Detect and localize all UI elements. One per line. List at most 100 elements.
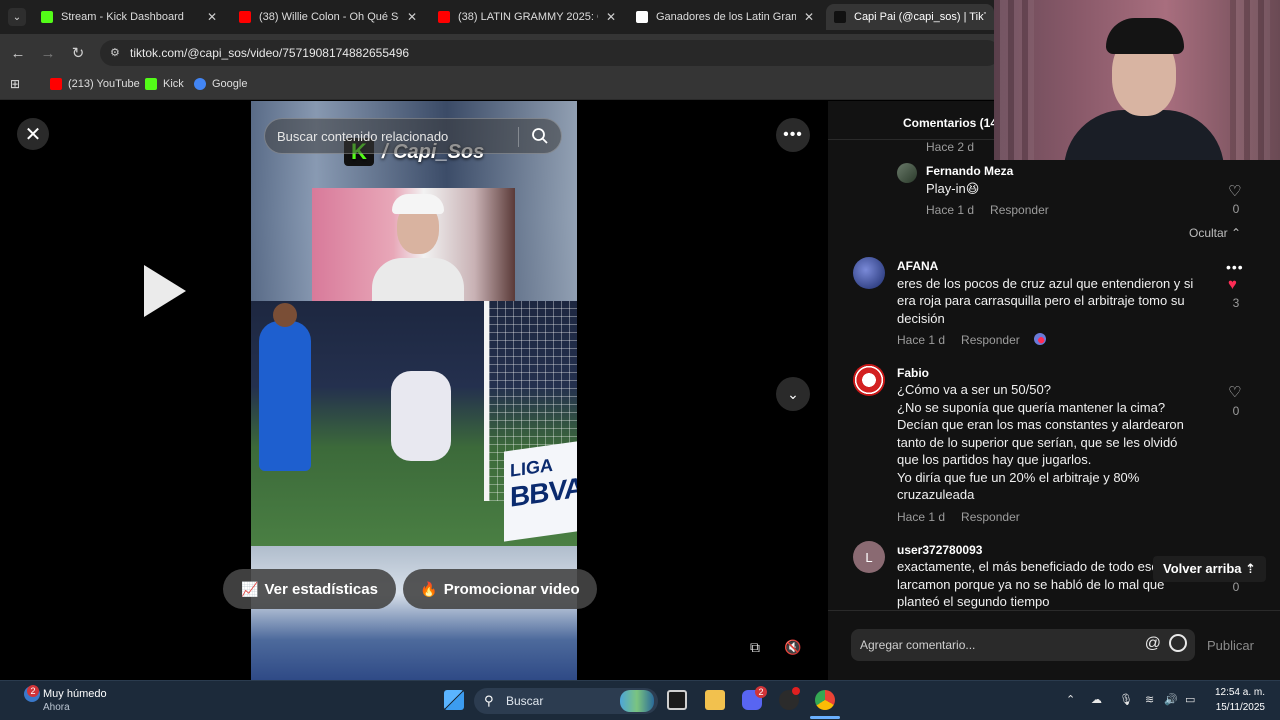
microphone-icon[interactable]: 🎙 (1119, 693, 1133, 706)
webcam-overlay (994, 0, 1280, 160)
mute-icon[interactable]: 🔇 (779, 633, 807, 661)
related-search-input[interactable]: Buscar contenido relacionado (264, 118, 562, 154)
tab-comments[interactable]: Comentarios (14 (903, 116, 997, 130)
more-dots-icon: ••• (783, 126, 803, 143)
comment-text-line: tanto de lo superior que serían, que se … (897, 435, 1178, 450)
comment-text-line: decisión (897, 311, 945, 326)
comment-input[interactable]: Agregar comentario... @ (851, 629, 1195, 661)
hide-replies-button[interactable]: Ocultar ⌃ (1189, 226, 1241, 240)
bookmark-youtube[interactable]: (213) YouTube (50, 78, 140, 90)
search-highlight-image (620, 690, 654, 712)
tab-title: Capi Pai (@capi_sos) | TikTok (854, 11, 986, 23)
task-view-icon[interactable] (667, 690, 687, 710)
tab-search-button[interactable]: ⌄ (8, 8, 26, 26)
chevron-up-icon[interactable]: ⌃ (1066, 693, 1075, 706)
avatar[interactable] (897, 163, 917, 183)
forward-arrow-icon[interactable]: → (38, 43, 58, 63)
heart-filled-icon[interactable]: ♥ (1228, 276, 1237, 293)
youtube-icon (50, 78, 62, 90)
taskbar-time[interactable]: 12:54 a. m. (1213, 687, 1265, 698)
chrome-icon[interactable] (815, 690, 835, 710)
bookmark-kick[interactable]: Kick (145, 78, 184, 90)
avatar[interactable] (853, 364, 885, 396)
windows-start-icon[interactable] (444, 690, 464, 710)
comment-author[interactable]: user372780093 (897, 543, 982, 557)
picture-in-picture-icon[interactable]: ⧉ (741, 633, 769, 661)
view-stats-button[interactable]: 📈 Ver estadísticas (223, 569, 396, 609)
tab-kick-dashboard[interactable]: Stream - Kick Dashboard ✕ (33, 4, 225, 30)
tab-ganadores-latin-grammy[interactable]: Ganadores de los Latin Grammy ✕ (628, 4, 822, 30)
tab-close-icon[interactable]: ✕ (207, 10, 217, 24)
apps-grid-icon[interactable]: ⊞ (10, 77, 20, 91)
file-explorer-icon[interactable] (705, 690, 725, 710)
comment-more-icon[interactable]: ••• (1226, 259, 1244, 275)
back-arrow-icon[interactable]: ← (8, 43, 28, 63)
bookmark-label: (213) YouTube (68, 78, 140, 90)
comment-text-line: larcamon porque ya no se habló de lo mal… (897, 577, 1165, 592)
tab-close-icon[interactable]: ✕ (407, 10, 417, 24)
site-settings-icon[interactable]: ⚙ (110, 46, 120, 59)
like-count: 0 (1232, 580, 1240, 594)
comment-time: Hace 1 d (897, 510, 946, 524)
back-to-top-button[interactable]: Volver arriba ⇡ (1153, 556, 1267, 582)
video-blurred-background (251, 546, 577, 680)
reply-button[interactable]: Responder (961, 333, 1020, 347)
like-count: 0 (1232, 404, 1240, 418)
mention-icon[interactable]: @ (1145, 635, 1161, 653)
comment-meta: Hace 1 d Responder (897, 510, 1020, 524)
address-bar[interactable]: ⚙ tiktok.com/@capi_sos/video/75719081748… (100, 40, 1000, 66)
avatar[interactable]: L (853, 541, 885, 573)
weather-title[interactable]: Muy húmedo (43, 688, 107, 700)
comment-author[interactable]: Fabio (897, 366, 929, 380)
comment-author[interactable]: AFANA (897, 259, 938, 273)
wifi-icon[interactable]: ≋ (1145, 693, 1154, 706)
next-video-button[interactable]: ⌄ (776, 377, 810, 411)
battery-icon[interactable]: ▭ (1185, 693, 1195, 706)
bookmark-google[interactable]: Google (194, 78, 247, 90)
more-options-button[interactable]: ••• (776, 118, 810, 152)
volume-icon[interactable]: 🔊 (1164, 693, 1178, 706)
comment-text-line: Decían que eran los mas constantes y ala… (897, 417, 1184, 432)
video-match-footage: LIGA BBVA (251, 301, 577, 546)
tab-close-icon[interactable]: ✕ (606, 10, 616, 24)
reply-button[interactable]: Responder (961, 510, 1020, 524)
tab-youtube-willie-colon[interactable]: (38) Willie Colon - Oh Qué Será ✕ (231, 4, 425, 30)
tab-title: Stream - Kick Dashboard (61, 11, 184, 23)
comment-text-line: Yo diría que fue un 20% el arbitraje y 8… (897, 470, 1140, 485)
chevron-down-icon: ⌄ (787, 385, 799, 402)
avatar[interactable] (853, 257, 885, 289)
reload-icon[interactable]: ↻ (68, 43, 88, 63)
comment-text-line: eres de los pocos de cruz azul que enten… (897, 276, 1194, 291)
search-icon[interactable] (531, 127, 549, 145)
comment-time: Hace 2 d (926, 140, 975, 154)
tab-title: (38) LATIN GRAMMY 2025: Gan (458, 11, 598, 23)
news-favicon-icon (636, 11, 648, 23)
comment-text-line: ¿Cómo va a ser un 50/50? (897, 382, 1051, 397)
emoji-icon[interactable] (1169, 634, 1187, 652)
tab-tiktok-capi-sos[interactable]: Capi Pai (@capi_sos) | TikTok (826, 4, 994, 30)
comment-meta: Hace 1 d Responder (897, 333, 1020, 347)
comment-author[interactable]: Fernando Meza (926, 164, 1013, 178)
network-cloud-icon[interactable]: ☁ (1091, 693, 1102, 706)
close-video-button[interactable]: ✕ (17, 118, 49, 150)
heart-icon[interactable]: ♡ (1228, 182, 1241, 200)
reply-button[interactable]: Responder (990, 203, 1049, 217)
weather-subtitle: Ahora (43, 702, 70, 713)
search-divider (518, 127, 519, 147)
kick-favicon-icon (41, 11, 53, 23)
search-icon: ⚲ (484, 693, 494, 708)
creator-liked-icon (1034, 333, 1046, 345)
tab-title: Ganadores de los Latin Grammy (656, 11, 796, 23)
recording-dot-icon (792, 687, 800, 695)
taskbar-search[interactable]: ⚲ Buscar (474, 688, 658, 714)
taskbar-date[interactable]: 15/11/2025 (1208, 702, 1265, 713)
close-icon: ✕ (24, 123, 42, 146)
tab-close-icon[interactable]: ✕ (804, 10, 814, 24)
kick-icon (145, 78, 157, 90)
tab-youtube-latin-grammy[interactable]: (38) LATIN GRAMMY 2025: Gan ✕ (430, 4, 624, 30)
publish-button[interactable]: Publicar (1207, 638, 1254, 653)
heart-icon[interactable]: ♡ (1228, 383, 1241, 401)
promote-video-button[interactable]: 🔥 Promocionar video (403, 569, 597, 609)
google-icon (194, 78, 206, 90)
play-icon[interactable] (144, 265, 186, 317)
